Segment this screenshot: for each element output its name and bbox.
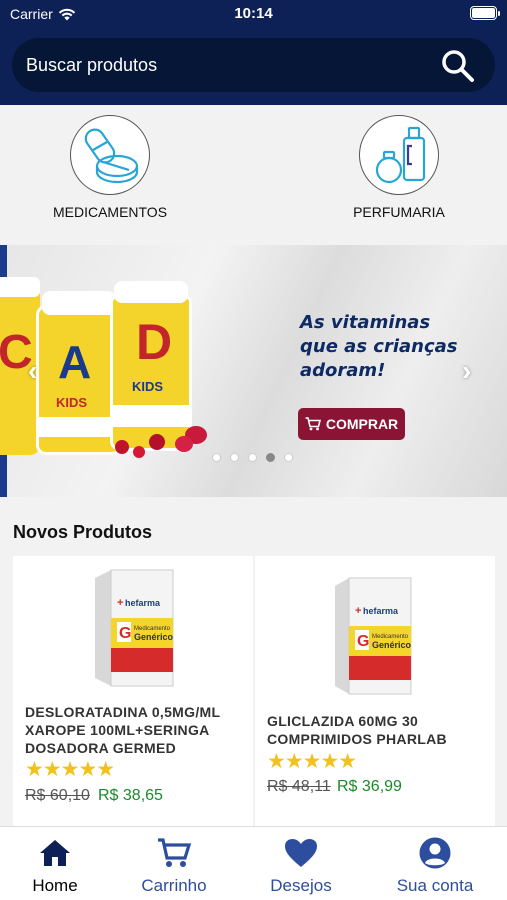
product-name-line: COMPRIMIDOS PHARLAB (267, 731, 447, 747)
product-card[interactable]: G Medicamento Genérico hefarma + DESLORA… (13, 556, 253, 826)
category-perfumaria[interactable]: PERFUMARIA (329, 115, 469, 220)
product-name-line: GLICLAZIDA 60MG 30 (267, 713, 419, 729)
cart-icon (158, 838, 191, 867)
old-price: R$ 60,10 (25, 787, 90, 804)
tab-account[interactable]: Sua conta (380, 837, 490, 896)
product-name[interactable]: GLICLAZIDA 60MG 30 COMPRIMIDOS PHARLAB (267, 712, 487, 748)
banner-pagination[interactable] (212, 453, 293, 462)
pills-icon (84, 128, 139, 184)
headline-line: As vitaminas (300, 312, 431, 333)
tab-home[interactable]: Home (0, 837, 110, 896)
tab-cart[interactable]: Carrinho (119, 837, 229, 896)
home-icon (40, 840, 70, 866)
category-medicamentos[interactable]: MEDICAMENTOS (40, 115, 180, 220)
banner-next-arrow[interactable]: › (462, 355, 471, 387)
bottom-tab-bar: Home Carrinho Desejos Sua conta (0, 826, 507, 900)
search-bar[interactable]: Buscar produtos (12, 38, 495, 92)
tab-wishlist[interactable]: Desejos (246, 837, 356, 896)
jar-kids-label: KIDS (132, 379, 164, 394)
category-label: PERFUMARIA (353, 204, 445, 220)
old-price: R$ 48,11 (267, 778, 331, 795)
account-icon (419, 837, 451, 869)
brand-label: hefarma (125, 598, 161, 608)
medicine-box-icon: G Medicamento Genérico hefarma + (335, 577, 412, 695)
product-image[interactable]: G Medicamento Genérico hefarma + (13, 556, 253, 706)
brand-label: hefarma (363, 606, 399, 616)
status-time: 10:14 (234, 5, 273, 22)
medicine-box-icon: G Medicamento Genérico hefarma + (95, 569, 174, 687)
jar-letter: A (58, 336, 92, 388)
search-input[interactable]: Buscar produtos (26, 55, 157, 76)
generic-label: Genérico (372, 640, 412, 650)
tab-label: Home (32, 876, 78, 895)
category-icon-circle (70, 115, 150, 195)
product-name[interactable]: DESLORATADINA 0,5MG/ML XAROPE 100ML+SERI… (25, 703, 245, 757)
current-price: R$ 38,65 (98, 787, 163, 804)
product-image[interactable]: G Medicamento Genérico hefarma + (255, 556, 495, 706)
pagination-dot[interactable] (284, 453, 293, 462)
battery-icon (470, 6, 500, 20)
product-name-line: DOSADORA GERMED (25, 740, 176, 756)
pagination-dot[interactable] (230, 453, 239, 462)
product-card[interactable]: G Medicamento Genérico hefarma + GLICLAZ… (255, 556, 495, 826)
section-title: Novos Produtos (13, 522, 153, 542)
category-row: MEDICAMENTOS PERFUMARIA (0, 105, 507, 245)
jar-letter: D (136, 314, 173, 370)
svg-text:+: + (117, 597, 123, 609)
perfume-icon (375, 126, 426, 184)
banner-headline: As vitaminas que as crianças adoram! (300, 311, 480, 383)
cart-icon (305, 417, 321, 431)
svg-text:+: + (355, 605, 361, 617)
generic-label: Genérico (134, 632, 174, 642)
category-label: MEDICAMENTOS (52, 204, 168, 220)
rating-stars: ★★★★★ (267, 750, 357, 773)
pagination-dot-active[interactable] (266, 453, 275, 462)
buy-label: COMPRAR (325, 416, 399, 432)
status-bar: Carrier 10:14 (0, 0, 507, 28)
search-icon[interactable] (441, 49, 475, 83)
banner-prev-arrow[interactable]: ‹ (28, 355, 37, 387)
category-icon-circle (359, 115, 439, 195)
vitamin-jar-d: D KIDS (110, 281, 192, 451)
rating-stars: ★★★★★ (25, 758, 115, 781)
jar-kids-label: KIDS (56, 395, 88, 410)
svg-text:G: G (119, 625, 131, 642)
app-header: Carrier 10:14 Buscar produtos (0, 0, 507, 105)
pagination-dot[interactable] (248, 453, 257, 462)
tab-label: Desejos (270, 876, 332, 895)
tab-label: Sua conta (396, 876, 474, 895)
tab-label: Carrinho (141, 876, 207, 895)
headline-line: adoram! (300, 360, 386, 381)
gummies-decoration (115, 426, 215, 470)
svg-text:G: G (357, 633, 369, 650)
pagination-dot[interactable] (212, 453, 221, 462)
product-name-line: XAROPE 100ML+SERINGA (25, 722, 210, 738)
heart-icon (285, 839, 317, 867)
product-name-line: DESLORATADINA 0,5MG/ML (25, 704, 221, 720)
headline-line: que as crianças (300, 336, 458, 357)
promo-banner[interactable]: C A KIDS D KIDS As vitaminas que as cria… (0, 245, 507, 497)
current-price: R$ 36,99 (337, 778, 402, 795)
banner-buy-button[interactable]: COMPRAR (298, 408, 405, 440)
